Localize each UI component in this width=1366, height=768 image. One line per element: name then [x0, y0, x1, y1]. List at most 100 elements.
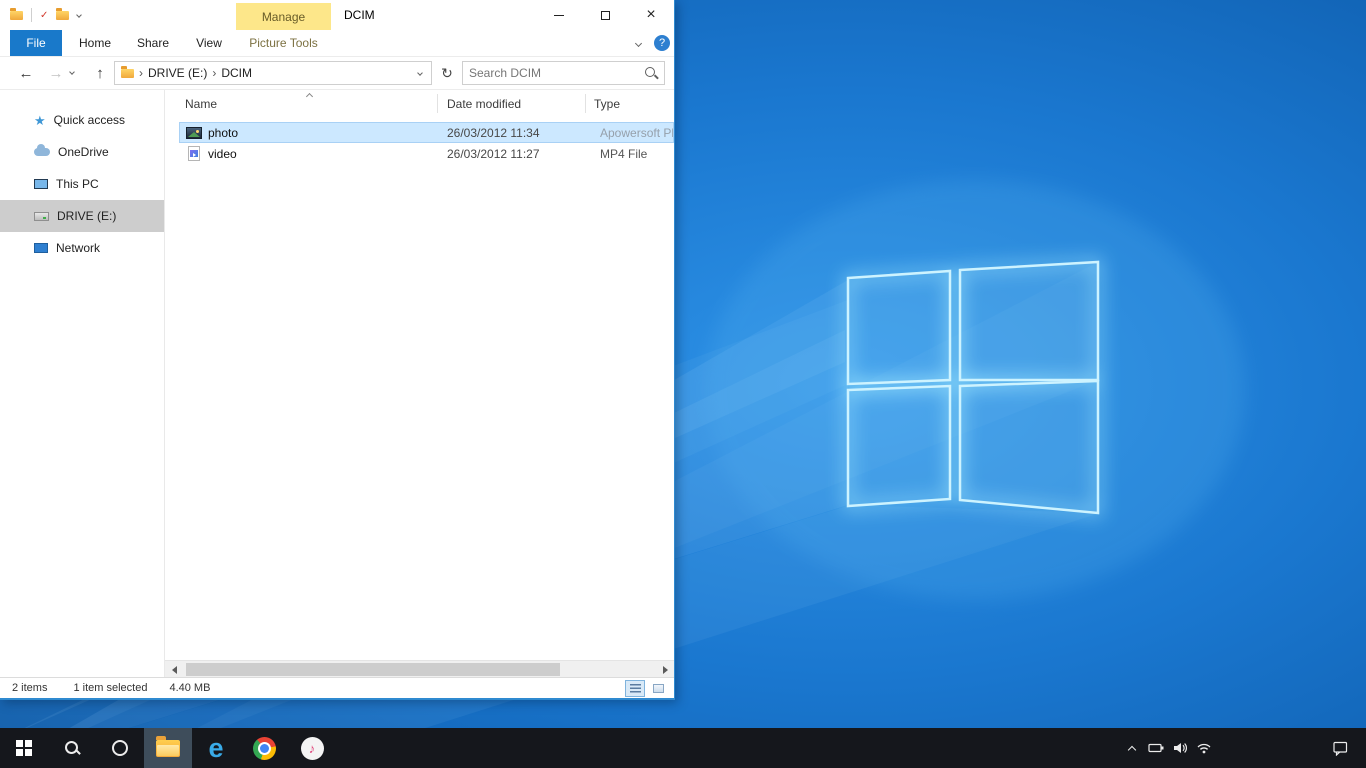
itunes-taskbar-button[interactable]: ♪	[288, 728, 336, 768]
items-count: 2 items	[12, 682, 47, 694]
address-bar[interactable]: › DRIVE (E:) › DCIM	[114, 61, 432, 85]
view-toggle-buttons	[625, 680, 668, 697]
selected-count: 1 item selected	[73, 682, 147, 694]
maximize-button[interactable]	[582, 0, 628, 30]
title-bar[interactable]: ✓ Manage DCIM ×	[0, 0, 674, 30]
refresh-button[interactable]: ↻	[436, 61, 458, 85]
address-toolbar: ← → ↑ › DRIVE (E:) › DCIM ↻	[0, 57, 674, 90]
sidebar-item-drive-e[interactable]: DRIVE (E:)	[0, 200, 164, 232]
cell-date-modified: 26/03/2012 11:27	[447, 147, 600, 161]
column-header-name[interactable]: Name	[185, 97, 217, 111]
breadcrumb-dcim[interactable]: DCIM	[221, 66, 252, 80]
recent-locations-icon[interactable]	[69, 69, 75, 75]
cell-name: video	[186, 146, 447, 161]
tab-file[interactable]: File	[10, 30, 62, 56]
itunes-icon: ♪	[301, 737, 324, 760]
expand-ribbon-icon[interactable]	[635, 40, 642, 47]
tab-view[interactable]: View	[186, 30, 232, 56]
tab-share[interactable]: Share	[128, 30, 178, 56]
video-file-icon	[188, 146, 200, 161]
customize-toolbar-icon[interactable]	[77, 12, 83, 18]
help-button[interactable]: ?	[654, 35, 670, 51]
cell-type: MP4 File	[600, 147, 674, 161]
sidebar-item-onedrive[interactable]: OneDrive	[0, 136, 164, 168]
file-explorer-icon	[156, 740, 180, 757]
file-row-photo[interactable]: photo 26/03/2012 11:34 Apowersoft Pho	[179, 122, 674, 143]
search-icon[interactable]	[643, 65, 659, 81]
sidebar-item-quick-access[interactable]: ★ Quick access	[0, 104, 164, 136]
chevron-up-icon	[1128, 745, 1136, 753]
file-list-area: Name Date modified Type photo 26/03/2012…	[165, 90, 674, 677]
edge-taskbar-button[interactable]: e	[192, 728, 240, 768]
file-row-video[interactable]: video 26/03/2012 11:27 MP4 File	[179, 143, 674, 164]
back-button[interactable]: ←	[14, 61, 38, 85]
file-explorer-taskbar-button[interactable]	[144, 728, 192, 768]
file-explorer-window: ✓ Manage DCIM × File Home Share View Pic…	[0, 0, 675, 700]
horizontal-scrollbar[interactable]	[165, 660, 674, 677]
cell-type: Apowersoft Pho	[600, 126, 674, 140]
cortana-button[interactable]	[96, 728, 144, 768]
navigation-pane: ★ Quick access OneDrive This PC DRIVE (E…	[0, 90, 165, 677]
scrollbar-thumb[interactable]	[186, 663, 560, 676]
start-button[interactable]	[0, 728, 48, 768]
edge-icon: e	[208, 736, 223, 760]
volume-button[interactable]	[1168, 728, 1192, 768]
scroll-right-icon[interactable]	[656, 661, 674, 678]
sidebar-item-label: OneDrive	[58, 145, 109, 159]
contextual-group-manage[interactable]: Manage	[236, 3, 331, 30]
sidebar-item-label: Quick access	[54, 113, 125, 127]
network-icon	[1196, 740, 1212, 756]
details-view-button[interactable]	[625, 680, 645, 697]
breadcrumb-drive[interactable]: DRIVE (E:)	[148, 66, 207, 80]
taskbar: e ♪	[0, 728, 1366, 768]
action-center-button[interactable]	[1328, 728, 1352, 768]
minimize-button[interactable]	[536, 0, 582, 30]
column-header-type[interactable]: Type	[594, 97, 620, 111]
search-icon	[65, 741, 80, 756]
search-box[interactable]	[462, 61, 665, 85]
chrome-icon	[253, 737, 276, 760]
properties-icon[interactable]: ✓	[40, 10, 48, 21]
up-button[interactable]: ↑	[88, 61, 112, 85]
file-rows: photo 26/03/2012 11:34 Apowersoft Pho vi…	[179, 122, 674, 164]
sort-ascending-icon	[306, 93, 313, 100]
thumbnails-view-button[interactable]	[648, 680, 668, 697]
column-headers: Name Date modified Type	[165, 90, 674, 117]
cloud-icon	[34, 148, 50, 156]
file-name: video	[208, 147, 237, 161]
show-hidden-icons-button[interactable]	[1120, 728, 1144, 768]
window-title: DCIM	[344, 0, 375, 30]
address-dropdown-icon[interactable]	[417, 70, 423, 76]
chevron-right-icon[interactable]: ›	[207, 66, 221, 80]
column-divider[interactable]	[585, 94, 586, 113]
separator	[31, 8, 32, 22]
battery-icon	[1148, 740, 1165, 756]
tab-home[interactable]: Home	[70, 30, 120, 56]
new-folder-icon[interactable]	[56, 11, 69, 20]
volume-icon	[1172, 740, 1188, 756]
drive-icon	[34, 212, 49, 221]
chevron-right-icon[interactable]: ›	[134, 66, 148, 80]
search-input[interactable]	[463, 66, 643, 80]
close-button[interactable]: ×	[628, 0, 674, 30]
explorer-main: ★ Quick access OneDrive This PC DRIVE (E…	[0, 90, 674, 677]
pc-icon	[34, 179, 48, 189]
tab-picture-tools[interactable]: Picture Tools	[236, 30, 331, 56]
column-header-date-modified[interactable]: Date modified	[447, 97, 521, 111]
battery-button[interactable]	[1144, 728, 1168, 768]
forward-button[interactable]: →	[44, 61, 68, 85]
taskbar-search-button[interactable]	[48, 728, 96, 768]
cell-name: photo	[186, 126, 447, 140]
sidebar-item-this-pc[interactable]: This PC	[0, 168, 164, 200]
explorer-icon[interactable]	[10, 11, 23, 20]
sidebar-item-network[interactable]: Network	[0, 232, 164, 264]
action-center-icon	[1332, 740, 1349, 756]
network-button[interactable]	[1192, 728, 1216, 768]
column-divider[interactable]	[437, 94, 438, 113]
scroll-left-icon[interactable]	[165, 661, 183, 678]
selected-size: 4.40 MB	[169, 682, 210, 694]
chrome-taskbar-button[interactable]	[240, 728, 288, 768]
windows-logo-icon	[16, 740, 32, 756]
location-folder-icon	[121, 69, 134, 78]
star-icon: ★	[34, 114, 46, 127]
